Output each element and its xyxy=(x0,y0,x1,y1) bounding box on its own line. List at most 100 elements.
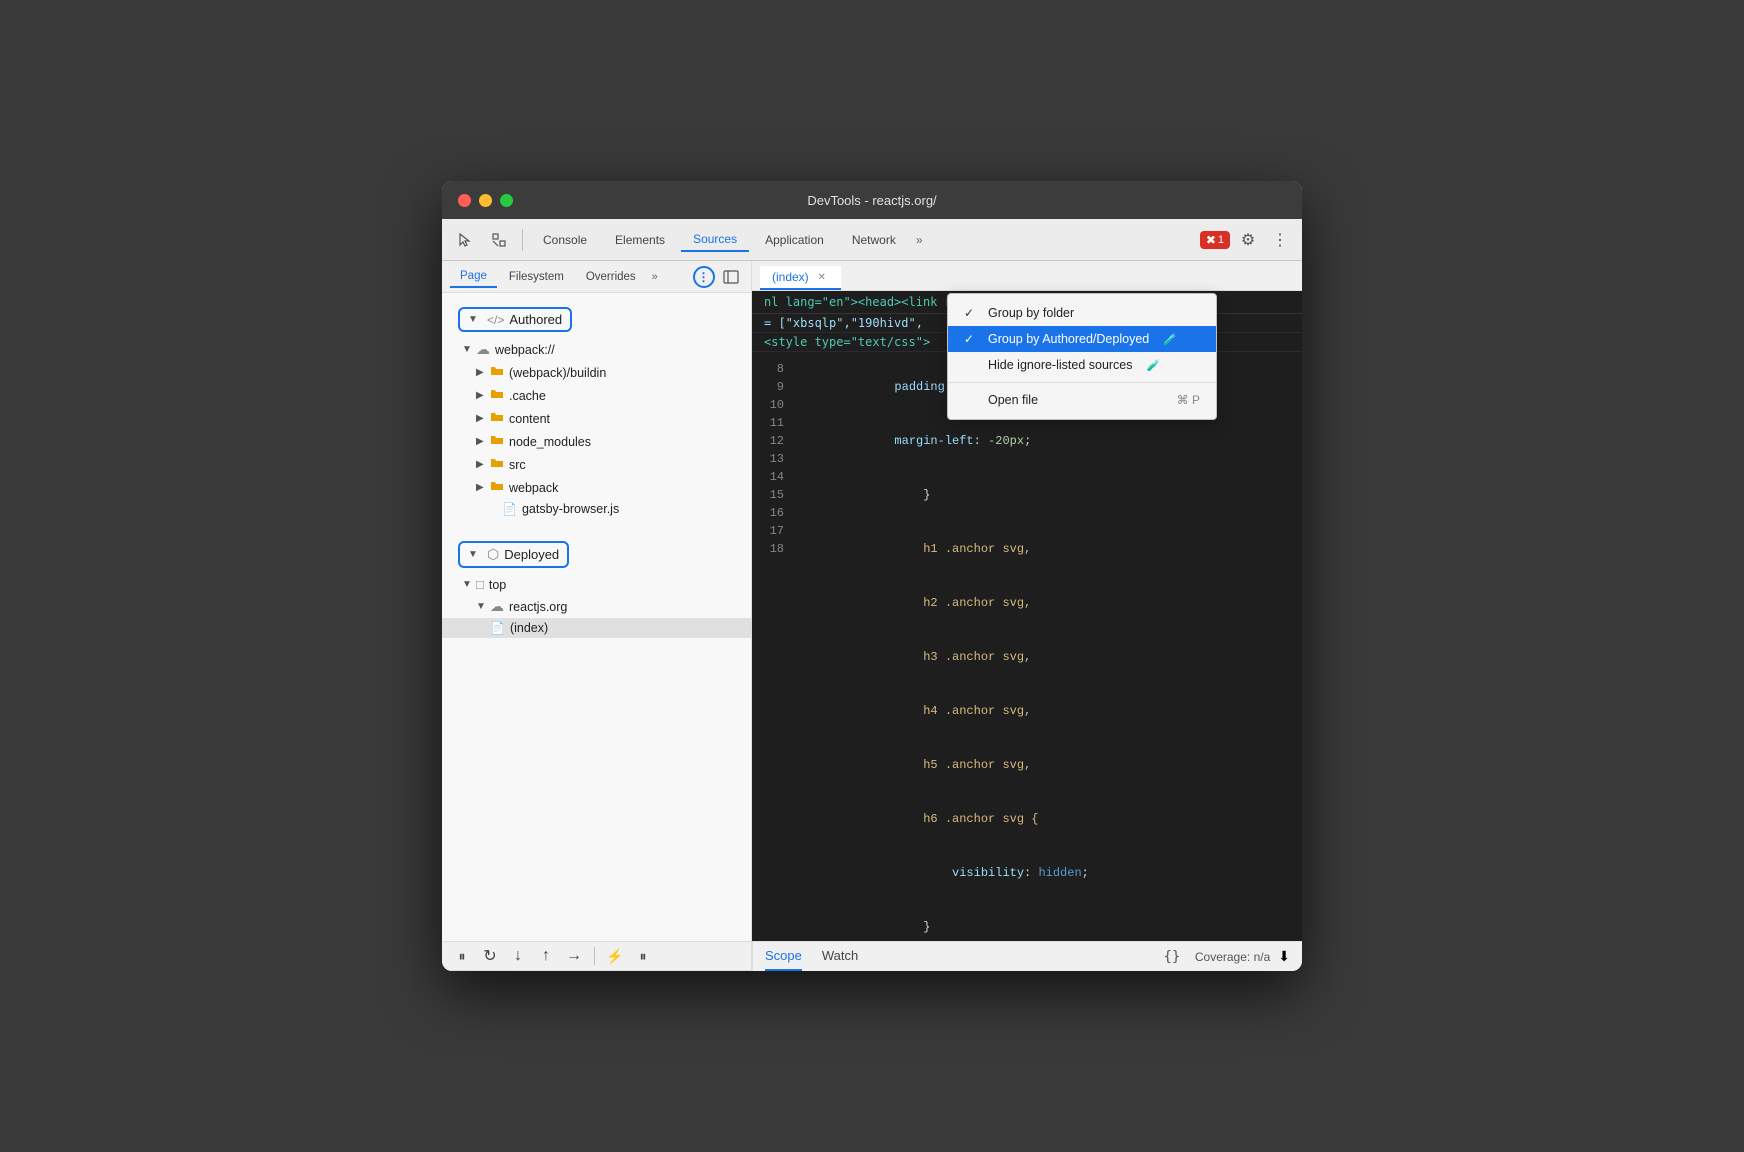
deployed-group-label[interactable]: ▼ ⬡ Deployed xyxy=(458,541,569,568)
error-icon: ✖ xyxy=(1206,233,1216,247)
curly-braces-button[interactable]: {} xyxy=(1157,949,1187,965)
topbar-code-style: <style type="text/css"> xyxy=(764,335,930,349)
code-line-16: h6 .anchor svg { xyxy=(796,792,1302,846)
group-authored-label: Group by Authored/Deployed xyxy=(988,332,1149,346)
reactjs-item[interactable]: ▼ ☁ reactjs.org xyxy=(442,595,751,618)
top-page-icon: □ xyxy=(476,577,484,592)
src-item[interactable]: ▶ src xyxy=(442,453,751,476)
code-line-10: } xyxy=(796,468,1302,522)
menu-hide-ignore[interactable]: ✓ Hide ignore-listed sources 🧪 xyxy=(948,352,1216,378)
editor-tab-index[interactable]: (index) ✕ xyxy=(760,266,841,290)
step-out-button[interactable]: ↑ xyxy=(534,944,558,968)
toolbar-more[interactable]: » xyxy=(912,229,927,251)
sidebar-tabs: Page Filesystem Overrides » ⋮ xyxy=(442,261,751,293)
hide-ignore-label: Hide ignore-listed sources xyxy=(988,358,1133,372)
code-line-13: h3 .anchor svg, xyxy=(796,630,1302,684)
tab-console[interactable]: Console xyxy=(531,229,599,251)
reactjs-arrow: ▼ xyxy=(476,601,490,612)
step-into-button[interactable]: ↓ xyxy=(506,944,530,968)
bottom-divider xyxy=(594,947,595,965)
gatsby-file-icon: 📄 xyxy=(502,502,517,516)
hide-ignore-check-icon: ✓ xyxy=(964,358,980,372)
top-arrow: ▼ xyxy=(462,579,476,590)
settings-button[interactable]: ⚙ xyxy=(1234,226,1262,254)
buildin-label: (webpack)/buildin xyxy=(509,366,606,380)
open-file-shortcut: ⌘ P xyxy=(1177,393,1200,407)
inspect-element-button[interactable] xyxy=(484,226,514,254)
menu-group-by-authored[interactable]: ✓ Group by Authored/Deployed 🧪 xyxy=(948,326,1216,352)
cache-folder-icon xyxy=(490,387,504,404)
titlebar: DevTools - reactjs.org/ xyxy=(442,181,1302,219)
deactivate-button[interactable]: ⚡ xyxy=(603,944,627,968)
sidebar-collapse-button[interactable] xyxy=(719,265,743,289)
bottom-left-controls: ⏸ ↻ ↓ ↑ → ⚡ ⏸ xyxy=(442,942,752,971)
webpack-item[interactable]: ▼ ☁ webpack:// xyxy=(442,338,751,361)
code-line-15: h5 .anchor svg, xyxy=(796,738,1302,792)
tab-elements[interactable]: Elements xyxy=(603,229,677,251)
content-label: content xyxy=(509,412,550,426)
editor-tabs: (index) ✕ xyxy=(752,261,1302,291)
stop-button[interactable]: ⏸ xyxy=(631,944,655,968)
pause-button[interactable]: ⏸ xyxy=(450,944,474,968)
buildin-arrow: ▶ xyxy=(476,367,490,378)
reactjs-cloud-icon: ☁ xyxy=(490,598,504,615)
main-editor-area: (index) ✕ nl lang="en"><head><link re = … xyxy=(752,261,1302,941)
content-item[interactable]: ▶ content xyxy=(442,407,751,430)
tab-page[interactable]: Page xyxy=(450,266,497,288)
step-over-button[interactable]: ↻ xyxy=(478,944,502,968)
coverage-label: Coverage: n/a xyxy=(1195,950,1270,964)
cursor-tool-button[interactable] xyxy=(450,226,480,254)
webpack-folder-item[interactable]: ▶ webpack xyxy=(442,476,751,499)
more-options-button[interactable]: ⋮ xyxy=(1266,226,1294,254)
coverage-download-icon[interactable]: ⬇ xyxy=(1278,948,1290,965)
index-item[interactable]: 📄 (index) xyxy=(442,618,751,638)
src-arrow: ▶ xyxy=(476,459,490,470)
cache-label: .cache xyxy=(509,389,546,403)
watch-tab[interactable]: Watch xyxy=(822,942,858,971)
menu-group-by-folder[interactable]: ✓ Group by folder xyxy=(948,300,1216,326)
code-line-14: h4 .anchor svg, xyxy=(796,684,1302,738)
experiment-icon: 🧪 xyxy=(1163,333,1177,346)
top-item[interactable]: ▼ □ top xyxy=(442,574,751,595)
step-button[interactable]: → xyxy=(562,944,586,968)
content-folder-icon xyxy=(490,410,504,427)
webpack-buildin-item[interactable]: ▶ (webpack)/buildin xyxy=(442,361,751,384)
deployed-arrow: ▼ xyxy=(468,549,482,560)
group-folder-check-icon: ✓ xyxy=(964,306,980,320)
sidebar-more[interactable]: » xyxy=(648,267,662,287)
tab-network[interactable]: Network xyxy=(840,229,908,251)
sidebar-menu-button[interactable]: ⋮ xyxy=(693,266,715,288)
menu-open-file[interactable]: ✓ Open file ⌘ P xyxy=(948,387,1216,413)
tab-filesystem[interactable]: Filesystem xyxy=(499,267,574,287)
cache-item[interactable]: ▶ .cache xyxy=(442,384,751,407)
sidebar-content: ▼ </> Authored ▼ ☁ webpack:// ▶ (webpack xyxy=(442,293,751,941)
maximize-button[interactable] xyxy=(500,194,513,207)
webpack-folder-label: webpack xyxy=(509,481,558,495)
tab-sources[interactable]: Sources xyxy=(681,228,749,252)
webpack-arrow: ▼ xyxy=(462,344,476,355)
tab-overrides[interactable]: Overrides xyxy=(576,267,646,287)
editor-tab-close[interactable]: ✕ xyxy=(815,270,829,284)
scope-tab[interactable]: Scope xyxy=(765,942,802,971)
cache-arrow: ▶ xyxy=(476,390,490,401)
content-area: Page Filesystem Overrides » ⋮ xyxy=(442,261,1302,941)
code-line-12: h2 .anchor svg, xyxy=(796,576,1302,630)
webpack-folder-arrow: ▶ xyxy=(476,482,490,493)
top-label: top xyxy=(489,578,506,592)
deployed-box-icon: ⬡ xyxy=(487,546,499,563)
gatsby-file-item[interactable]: 📄 gatsby-browser.js xyxy=(442,499,751,519)
authored-group-label[interactable]: ▼ </> Authored xyxy=(458,307,572,332)
menu-divider xyxy=(948,382,1216,383)
tab-application[interactable]: Application xyxy=(753,229,836,251)
open-file-check-icon: ✓ xyxy=(964,393,980,407)
close-button[interactable] xyxy=(458,194,471,207)
minimize-button[interactable] xyxy=(479,194,492,207)
hide-ignore-experiment-icon: 🧪 xyxy=(1147,359,1161,372)
group-folder-label: Group by folder xyxy=(988,306,1074,320)
content-arrow: ▶ xyxy=(476,413,490,424)
group-authored-check-icon: ✓ xyxy=(964,332,980,346)
node-modules-item[interactable]: ▶ node_modules xyxy=(442,430,751,453)
code-editor: 8 9 10 11 12 13 14 15 16 17 18 padding-r… xyxy=(752,352,1302,941)
editor-tab-label: (index) xyxy=(772,270,809,284)
buildin-folder-icon xyxy=(490,364,504,381)
